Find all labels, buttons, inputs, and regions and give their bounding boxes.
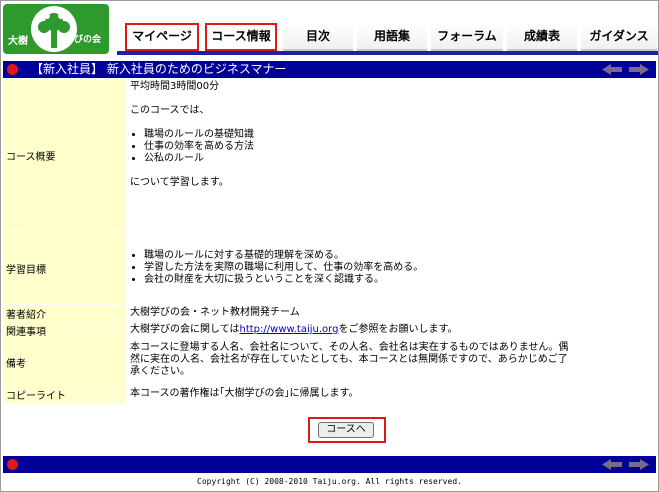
course-info-table: コース概要 平均時間3時間00分 このコースでは、 職場のルールの基礎知識 仕事…: [3, 79, 656, 404]
red-dot-icon: [7, 459, 18, 470]
nav-my-page[interactable]: マイページ: [125, 23, 199, 51]
next-arrow-icon[interactable]: [627, 458, 651, 471]
nav-course-info[interactable]: コース情報: [205, 23, 277, 51]
row-copyright: コピーライト 本コースの著作権は｢大樹学びの会｣に帰属します。: [3, 386, 656, 404]
intro-text: このコースでは、: [130, 105, 210, 116]
value-goals: 職場のルールに対する基礎的理解を深める。 学習した方法を実際の職場に利用して、仕…: [125, 232, 656, 304]
nav-grades[interactable]: 成績表: [507, 23, 577, 51]
label-author: 著者紹介: [3, 305, 125, 321]
list-item: 職場のルールに対する基礎的理解を深める。: [144, 250, 423, 262]
logo[interactable]: 大樹 学びの会: [3, 4, 109, 54]
outro-text: について学習します。: [130, 177, 229, 188]
course-title: 【新入社員】 新入社員のためのビジネスマナー: [31, 62, 287, 76]
logo-text-right: 学びの会: [65, 35, 102, 45]
main-nav: マイページ コース情報 目次 用語集 フォーラム 成績表 ガイダンス: [117, 23, 658, 51]
nav-forum[interactable]: フォーラム: [431, 23, 503, 51]
title-bar: 【新入社員】 新入社員のためのビジネスマナー: [3, 61, 656, 78]
nav-contents[interactable]: 目次: [283, 23, 353, 51]
taiju-link[interactable]: http://www.taiju.org: [240, 324, 339, 335]
page-arrows-bottom: [600, 458, 652, 471]
value-notes: 本コースに登場する人名、会社名について、その人名、会社名は実在するものではありま…: [130, 342, 569, 377]
nav-glossary[interactable]: 用語集: [357, 23, 427, 51]
label-related: 関連事項: [3, 322, 125, 339]
nav-underline: [117, 51, 658, 55]
list-item: 学習した方法を実際の職場に利用して、仕事の効率を高める。: [144, 262, 423, 274]
label-copyright: コピーライト: [3, 386, 125, 403]
nav-guidance[interactable]: ガイダンス: [581, 23, 657, 51]
goal-list: 職場のルールに対する基礎的理解を深める。 学習した方法を実際の職場に利用して、仕…: [130, 250, 423, 286]
row-related: 関連事項 大樹学びの会に関してはhttp://www.taiju.orgをご参照…: [3, 322, 656, 340]
list-item: 会社の財産を大切に扱うということを深く認識する。: [144, 274, 423, 286]
label-goals: 学習目標: [3, 232, 125, 304]
prev-arrow-icon[interactable]: [600, 458, 624, 471]
row-notes: 備考 本コースに登場する人名、会社名について、その人名、会社名は実在するものでは…: [3, 340, 656, 386]
list-item: 職場のルールの基礎知識: [144, 129, 656, 141]
duration-text: 平均時間3時間00分: [130, 81, 220, 92]
related-prefix: 大樹学びの会に関しては: [130, 324, 240, 335]
list-item: 公私のルール: [144, 153, 656, 165]
page-arrows: [600, 63, 652, 76]
value-overview: 平均時間3時間00分 このコースでは、 職場のルールの基礎知識 仕事の効率を高め…: [125, 79, 656, 231]
row-goals: 学習目標 職場のルールに対する基礎的理解を深める。 学習した方法を実際の職場に利…: [3, 232, 656, 305]
value-author: 大樹学びの会・ネット教材開発チーム: [130, 307, 300, 318]
footer-bar: [3, 456, 656, 473]
red-dot-icon: [7, 64, 18, 75]
go-to-course-button[interactable]: コースへ: [318, 422, 374, 438]
label-overview: コース概要: [3, 79, 125, 231]
header: 大樹 学びの会 マイページ コース情報 目次 用語集 フォーラム 成績表 ガイダ…: [1, 1, 658, 59]
label-notes: 備考: [3, 340, 125, 385]
prev-arrow-icon[interactable]: [600, 63, 624, 76]
logo-text-left: 大樹: [8, 36, 28, 47]
related-suffix: をご参照をお願いします。: [338, 324, 458, 335]
row-overview: コース概要 平均時間3時間00分 このコースでは、 職場のルールの基礎知識 仕事…: [3, 79, 656, 232]
list-item: 仕事の効率を高める方法: [144, 141, 656, 153]
value-related: 大樹学びの会に関してはhttp://www.taiju.orgをご参照をお願いし…: [125, 322, 656, 339]
button-highlight: コースへ: [308, 417, 386, 443]
next-arrow-icon[interactable]: [627, 63, 651, 76]
page-frame: 大樹 学びの会 マイページ コース情報 目次 用語集 フォーラム 成績表 ガイダ…: [0, 0, 659, 492]
value-copyright: 本コースの著作権は｢大樹学びの会｣に帰属します。: [130, 388, 359, 399]
row-author: 著者紹介 大樹学びの会・ネット教材開発チーム: [3, 305, 656, 322]
tree-icon: [31, 6, 77, 52]
footer-copyright: Copyright (C) 2008-2010 Taiju.org. All r…: [197, 477, 462, 486]
topic-list: 職場のルールの基礎知識 仕事の効率を高める方法 公私のルール: [130, 129, 656, 165]
